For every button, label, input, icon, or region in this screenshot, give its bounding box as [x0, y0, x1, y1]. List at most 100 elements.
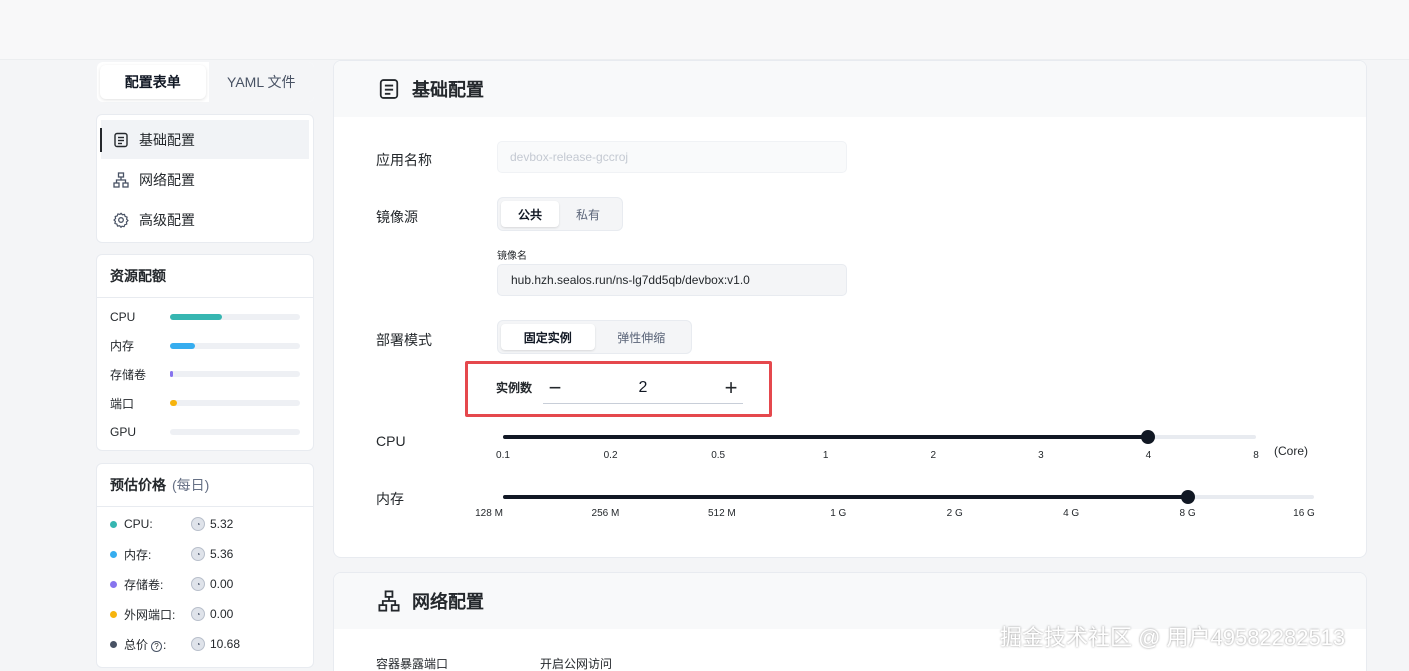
nav-item-label: 基础配置 — [139, 131, 195, 148]
app-name-label: 应用名称 — [376, 152, 432, 168]
app-name-input[interactable]: devbox-release-gccroj — [497, 141, 847, 173]
image-source-toggle: 公共 私有 — [497, 197, 623, 231]
network-config-title: 网络配置 — [412, 592, 484, 612]
cpu-slider-fill — [503, 435, 1149, 439]
cpu-tick-label: 3 — [1038, 450, 1044, 461]
price-row: 存储卷: ◔ 0.00 — [97, 569, 313, 599]
instances-value[interactable]: 2 — [639, 379, 648, 397]
price-row: CPU: ◔ 5.32 — [97, 509, 313, 539]
memory-slider[interactable] — [503, 490, 1314, 504]
cpu-tick-label: 4 — [1145, 450, 1152, 461]
price-dot — [110, 610, 117, 618]
mem-tick-label: 512 M — [707, 508, 736, 519]
instances-stepper: − 2 + — [543, 372, 743, 404]
resource-row: 端口 — [97, 389, 313, 418]
mem-tick-label: 1 G — [830, 508, 847, 519]
resource-bar-fill — [170, 371, 173, 378]
price-dot — [110, 550, 117, 558]
plus-button[interactable]: + — [719, 376, 743, 399]
cpu-unit: (Core) — [1274, 444, 1309, 458]
price-dot — [110, 640, 117, 648]
price-label: 存储卷: — [124, 577, 164, 592]
resource-label: 存储卷 — [110, 367, 147, 382]
image-name-label: 镜像名 — [497, 251, 527, 262]
nav-item-network[interactable]: 网络配置 — [101, 160, 309, 199]
gear-icon — [113, 212, 129, 228]
mem-tick-label: 16 G — [1293, 508, 1315, 519]
cpu-tick-label: 0.5 — [711, 450, 726, 461]
resource-bar-fill — [170, 314, 222, 321]
price-value: 10.68 — [210, 637, 241, 651]
image-source-private[interactable]: 私有 — [559, 201, 617, 227]
resource-row: 存储卷 — [97, 360, 313, 389]
image-source-label: 镜像源 — [376, 209, 418, 225]
image-source-public[interactable]: 公共 — [501, 201, 559, 227]
resource-quota-title: 资源配额 — [97, 255, 313, 298]
basic-config-panel: 基础配置 应用名称 devbox-release-gccroj 镜像源 公共 私… — [333, 60, 1367, 558]
cpu-tick-label: 0.2 — [603, 450, 618, 461]
resource-quota-card: 资源配额 CPU 内存 存储卷 端口 GPU — [96, 254, 314, 451]
mem-tick-label: 8 G — [1179, 508, 1196, 519]
nav-item-label: 网络配置 — [139, 171, 195, 188]
minus-button[interactable]: − — [543, 376, 567, 399]
cpu-label: CPU — [376, 433, 406, 449]
tab-yaml[interactable]: YAML 文件 — [208, 62, 314, 102]
container-port-label: 容器暴露端口 — [376, 657, 449, 671]
memory-slider-fill — [503, 495, 1188, 499]
mem-tick-label: 256 M — [591, 508, 620, 519]
coin-icon: ◔ — [191, 577, 205, 591]
resource-row: GPU — [97, 417, 313, 446]
mode-tabs: 配置表单 YAML 文件 — [97, 62, 314, 102]
resource-label: CPU — [110, 310, 136, 325]
deploy-mode-toggle: 固定实例 弹性伸缩 — [497, 320, 692, 354]
deploy-mode-autoscale[interactable]: 弹性伸缩 — [595, 324, 689, 350]
document-icon — [114, 132, 128, 147]
nav-item-basic[interactable]: 基础配置 — [100, 120, 309, 159]
price-title: 预估价格 (每日) — [97, 464, 313, 507]
coin-icon: ◔ — [191, 517, 205, 531]
watermark: 掘金技术社区 @ 用户49582282513 — [1000, 625, 1346, 650]
document-icon — [379, 79, 399, 99]
cpu-slider-thumb[interactable] — [1141, 430, 1156, 444]
resource-label: 端口 — [110, 396, 135, 411]
tab-form[interactable]: 配置表单 — [100, 65, 206, 99]
coin-icon: ◔ — [191, 607, 205, 621]
price-row: 内存: ◔ 5.36 — [97, 539, 313, 569]
instances-label: 实例数 — [496, 381, 533, 395]
side-nav: 基础配置 网络配置 高级配置 — [96, 114, 314, 243]
price-dot — [110, 520, 117, 528]
cpu-tick-label: 0.1 — [496, 450, 510, 461]
network-icon — [378, 590, 400, 612]
cpu-tick-label: 1 — [822, 450, 829, 461]
network-icon — [113, 171, 129, 188]
mem-tick-label: 2 G — [946, 508, 963, 519]
resource-bar — [170, 342, 300, 349]
cpu-tick-label: 8 — [1253, 450, 1259, 461]
price-value: 0.00 — [210, 577, 234, 591]
price-row: 外网端口: ◔ 0.00 — [97, 599, 313, 629]
price-label: CPU: — [124, 517, 153, 531]
resource-bar — [170, 400, 300, 407]
price-dot — [110, 580, 117, 588]
resource-bar-fill — [170, 342, 195, 349]
price-value: 5.32 — [210, 517, 234, 531]
resource-row: CPU — [97, 303, 313, 332]
help-icon[interactable]: ? — [151, 640, 163, 652]
price-label: 内存: — [124, 547, 152, 562]
resource-bar — [170, 371, 300, 378]
top-bar — [0, 0, 1409, 60]
basic-config-title: 基础配置 — [412, 80, 484, 100]
image-name-field[interactable]: hub.hzh.sealos.run/ns-lg7dd5qb/devbox:v1… — [497, 264, 847, 296]
price-subtitle: (每日) — [172, 477, 210, 493]
coin-icon: ◔ — [191, 547, 205, 561]
resource-label: GPU — [110, 424, 137, 439]
resource-bar-fill — [170, 400, 177, 407]
coin-icon: ◔ — [191, 637, 205, 651]
price-value: 5.36 — [210, 547, 234, 561]
memory-slider-thumb[interactable] — [1180, 490, 1195, 504]
mem-tick-label: 128 M — [475, 508, 503, 519]
deploy-mode-fixed[interactable]: 固定实例 — [501, 324, 595, 350]
nav-item-advanced[interactable]: 高级配置 — [101, 200, 309, 239]
mem-tick-label: 4 G — [1063, 508, 1080, 519]
cpu-slider[interactable] — [503, 430, 1256, 444]
